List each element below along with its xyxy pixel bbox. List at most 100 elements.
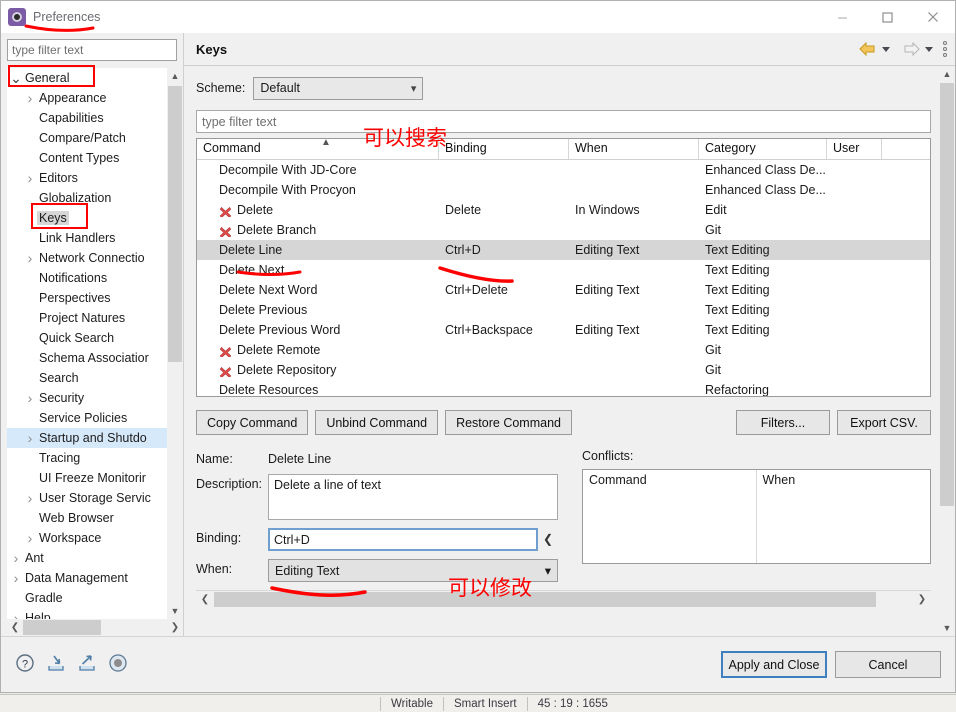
- column-header-binding[interactable]: Binding: [439, 139, 569, 159]
- scheme-select[interactable]: Default ▾: [253, 76, 424, 100]
- chevron-right-icon[interactable]: ›: [23, 528, 37, 548]
- chevron-right-icon[interactable]: ›: [9, 568, 23, 588]
- sidebar-item-data-management[interactable]: › Data Management: [7, 568, 167, 588]
- sidebar-item-gradle[interactable]: Gradle: [7, 588, 167, 608]
- scroll-right-icon[interactable]: ❯: [167, 622, 183, 633]
- column-header-user[interactable]: User: [827, 139, 882, 159]
- chevron-right-icon[interactable]: ›: [23, 428, 37, 448]
- sidebar-item-content-types[interactable]: Content Types: [7, 148, 167, 168]
- sidebar-item-notifications[interactable]: Notifications: [7, 268, 167, 288]
- sidebar-item-project-natures[interactable]: Project Natures: [7, 308, 167, 328]
- table-row[interactable]: Delete Next Text Editing: [197, 260, 930, 280]
- hscroll-thumb[interactable]: [23, 620, 101, 635]
- scroll-up-icon[interactable]: ▲: [939, 66, 955, 82]
- sidebar-item-security[interactable]: › Security: [7, 388, 167, 408]
- conflicts-column-when[interactable]: When: [757, 470, 931, 563]
- sidebar-filter-input[interactable]: type filter text: [7, 39, 177, 61]
- sidebar-item-workspace[interactable]: › Workspace: [7, 528, 167, 548]
- conflicts-column-command[interactable]: Command: [583, 470, 757, 563]
- unbind-command-button[interactable]: Unbind Command: [315, 410, 439, 435]
- scroll-left-icon[interactable]: ❮: [7, 622, 23, 633]
- table-header-row[interactable]: ▲ Command Binding When Category User: [197, 139, 930, 160]
- sidebar-item-web-browser[interactable]: Web Browser: [7, 508, 167, 528]
- sidebar-item-appearance[interactable]: › Appearance: [7, 88, 167, 108]
- table-row[interactable]: Delete Previous Word Ctrl+Backspace Editin…: [197, 320, 930, 340]
- sidebar-item-schema-associatior[interactable]: Schema Associatior: [7, 348, 167, 368]
- table-row[interactable]: Delete Branch Git: [197, 220, 930, 240]
- record-icon[interactable]: [108, 653, 128, 676]
- when-select[interactable]: Editing Text ▾: [268, 559, 558, 582]
- sidebar-horizontal-scrollbar[interactable]: ❮ ❯: [7, 619, 183, 636]
- table-row[interactable]: Delete Remote Git: [197, 340, 930, 360]
- sidebar-item-network-connectio[interactable]: › Network Connectio: [7, 248, 167, 268]
- back-arrow-icon[interactable]: [859, 42, 877, 56]
- table-row[interactable]: Delete Next Word Ctrl+Delete Editing Text T…: [197, 280, 930, 300]
- sidebar-item-service-policies[interactable]: Service Policies: [7, 408, 167, 428]
- sidebar-item-editors[interactable]: › Editors: [7, 168, 167, 188]
- export-csv-button[interactable]: Export CSV.: [837, 410, 931, 435]
- column-header-command[interactable]: Command: [197, 139, 439, 159]
- export-icon[interactable]: [77, 653, 97, 676]
- table-row[interactable]: Delete Previous Text Editing: [197, 300, 930, 320]
- sidebar-item-link-handlers[interactable]: Link Handlers: [7, 228, 167, 248]
- restore-command-button[interactable]: Restore Command: [445, 410, 572, 435]
- sidebar-item-perspectives[interactable]: Perspectives: [7, 288, 167, 308]
- maximize-icon[interactable]: [865, 1, 910, 33]
- sidebar-item-capabilities[interactable]: Capabilities: [7, 108, 167, 128]
- sidebar-item-search[interactable]: Search: [7, 368, 167, 388]
- hscroll-thumb[interactable]: [214, 591, 876, 607]
- keys-page-vertical-scrollbar[interactable]: ▲ ▼: [939, 66, 955, 636]
- chevron-right-icon[interactable]: ›: [23, 168, 37, 188]
- sidebar-item-user-storage-servic[interactable]: › User Storage Servic: [7, 488, 167, 508]
- scroll-up-icon[interactable]: ▲: [167, 68, 183, 84]
- forward-dropdown-icon[interactable]: [925, 46, 933, 52]
- sidebar-item-keys[interactable]: Keys: [7, 208, 167, 228]
- scroll-right-icon[interactable]: ❯: [913, 594, 931, 605]
- minimize-icon[interactable]: [820, 1, 865, 33]
- import-icon[interactable]: [46, 653, 66, 676]
- chevron-down-icon[interactable]: ⌄: [9, 71, 23, 85]
- chevron-right-icon[interactable]: ›: [23, 488, 37, 508]
- table-row[interactable]: Delete Resources Refactoring: [197, 380, 930, 396]
- sidebar-item-globalization[interactable]: Globalization: [7, 188, 167, 208]
- chevron-right-icon[interactable]: ›: [9, 608, 23, 619]
- sidebar-item-quick-search[interactable]: Quick Search: [7, 328, 167, 348]
- scroll-thumb[interactable]: [940, 83, 954, 506]
- sidebar-item-help[interactable]: › Help: [7, 608, 167, 619]
- chevron-right-icon[interactable]: ›: [9, 548, 23, 568]
- scroll-down-icon[interactable]: ▼: [167, 603, 183, 619]
- chevron-right-icon[interactable]: ›: [23, 88, 37, 108]
- forward-arrow-icon[interactable]: [902, 42, 920, 56]
- table-row[interactable]: Decompile With JD-Core Enhanced Class De.…: [197, 160, 930, 180]
- table-row[interactable]: Delete Line Ctrl+D Editing Text Text Editin…: [197, 240, 930, 260]
- sidebar-item-startup-and-shutdo[interactable]: › Startup and Shutdo: [7, 428, 167, 448]
- conflicts-table[interactable]: Command When: [582, 469, 931, 564]
- binding-input[interactable]: Ctrl+D: [268, 528, 538, 551]
- copy-command-button[interactable]: Copy Command: [196, 410, 309, 435]
- chevron-right-icon[interactable]: ›: [23, 388, 37, 408]
- scroll-thumb[interactable]: [168, 86, 182, 362]
- apply-and-close-button[interactable]: Apply and Close: [721, 651, 827, 678]
- sidebar-item-ui-freeze-monitorir[interactable]: UI Freeze Monitorir: [7, 468, 167, 488]
- filters-button[interactable]: Filters...: [736, 410, 830, 435]
- binding-insert-icon[interactable]: ❮: [538, 528, 558, 546]
- view-menu-icon[interactable]: [943, 41, 947, 57]
- sidebar-item-general[interactable]: ⌄ General: [7, 68, 167, 88]
- column-header-category[interactable]: Category: [699, 139, 827, 159]
- table-row[interactable]: Delete Delete In Windows Edit: [197, 200, 930, 220]
- column-header-when[interactable]: When: [569, 139, 699, 159]
- scroll-down-icon[interactable]: ▼: [939, 620, 955, 636]
- table-row[interactable]: Decompile With Procyon Enhanced Class De.…: [197, 180, 930, 200]
- table-row[interactable]: Delete Repository Git: [197, 360, 930, 380]
- keys-page-horizontal-scrollbar[interactable]: ❮ ❯: [196, 590, 931, 607]
- scroll-left-icon[interactable]: ❮: [196, 594, 214, 605]
- chevron-right-icon[interactable]: ›: [23, 248, 37, 268]
- close-icon[interactable]: [910, 1, 955, 33]
- description-textarea[interactable]: Delete a line of text: [268, 474, 558, 520]
- table-body[interactable]: Decompile With JD-Core Enhanced Class De.…: [197, 160, 930, 396]
- keys-filter-input[interactable]: type filter text: [196, 110, 931, 133]
- help-icon[interactable]: ?: [15, 653, 35, 676]
- sidebar-item-compare-patch[interactable]: Compare/Patch: [7, 128, 167, 148]
- sidebar-vertical-scrollbar[interactable]: ▲ ▼: [167, 68, 183, 619]
- sidebar-item-tracing[interactable]: Tracing: [7, 448, 167, 468]
